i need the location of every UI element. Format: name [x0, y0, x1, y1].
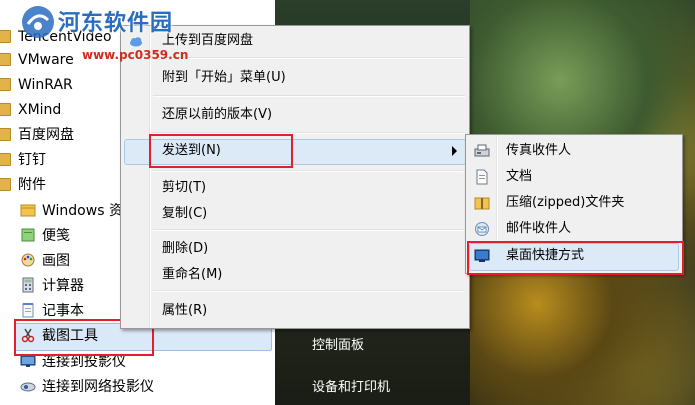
- calculator-icon: [22, 277, 34, 293]
- folder-icon: [0, 152, 11, 166]
- program-label: XMind: [18, 102, 62, 118]
- menu-item-pin-start[interactable]: 附到「开始」菜单(U): [121, 66, 469, 90]
- menu-item-label: 还原以前的版本(V): [162, 107, 273, 122]
- program-folder-winrar[interactable]: WinRAR: [0, 73, 73, 97]
- program-label: 附件: [18, 177, 46, 193]
- submenu-item-fax[interactable]: 传真收件人: [466, 139, 682, 163]
- menu-item-label: 删除(D): [162, 241, 209, 256]
- program-label: WinRAR: [18, 77, 73, 93]
- folder-icon: [0, 52, 11, 66]
- program-label: 便笺: [42, 228, 70, 244]
- menu-separator: [153, 290, 465, 292]
- document-icon: [476, 169, 488, 185]
- folder-icon: [0, 127, 11, 141]
- watermark-title: 河东软件园: [58, 11, 174, 36]
- program-label: 计算器: [42, 278, 84, 294]
- program-folder-dingtalk[interactable]: 钉钉: [0, 148, 46, 172]
- menu-item-label: 文档: [506, 169, 533, 184]
- mail-icon: [475, 222, 489, 236]
- program-label: Windows 资: [42, 203, 123, 219]
- red-highlight-box-desktop-shortcut: [467, 241, 684, 275]
- menu-item-label: 属性(R): [162, 303, 208, 318]
- menu-item-label: 传真收件人: [506, 143, 572, 158]
- program-label: 连接到网络投影仪: [42, 379, 154, 395]
- context-menu: 上传到百度网盘 附到「开始」菜单(U) 还原以前的版本(V) 发送到(N) 剪切…: [120, 25, 470, 329]
- folder-icon: [0, 77, 11, 91]
- menu-item-restore-previous[interactable]: 还原以前的版本(V): [121, 103, 469, 127]
- menu-item-label: 附到「开始」菜单(U): [162, 70, 286, 85]
- sticky-note-icon: [21, 228, 35, 242]
- program-label: 连接到投影仪: [42, 354, 126, 370]
- program-paint[interactable]: 画图: [0, 249, 70, 273]
- menu-item-rename[interactable]: 重命名(M): [121, 263, 469, 287]
- program-label: 百度网盘: [18, 127, 74, 143]
- menu-item-delete[interactable]: 删除(D): [121, 237, 469, 261]
- submenu-item-mail[interactable]: 邮件收件人: [466, 217, 682, 241]
- program-label: 钉钉: [18, 152, 46, 168]
- menu-item-cut[interactable]: 剪切(T): [121, 176, 469, 200]
- program-folder-accessories[interactable]: 附件: [0, 173, 46, 197]
- menu-item-copy[interactable]: 复制(C): [121, 202, 469, 226]
- devices-printers-link[interactable]: 设备和打印机: [312, 376, 390, 395]
- menu-item-label: 重命名(M): [162, 267, 223, 282]
- paint-icon: [21, 253, 35, 267]
- zip-folder-icon: [474, 197, 490, 210]
- program-windows-explorer[interactable]: Windows 资: [0, 199, 123, 223]
- explorer-icon: [20, 204, 36, 217]
- folder-icon: [0, 102, 11, 116]
- program-sticky-notes[interactable]: 便笺: [0, 224, 70, 248]
- program-connect-network-projector[interactable]: 连接到网络投影仪: [0, 375, 154, 399]
- program-folder-baidu-netdisk[interactable]: 百度网盘: [0, 123, 74, 147]
- control-panel-link[interactable]: 控制面板: [312, 334, 364, 353]
- program-calculator[interactable]: 计算器: [0, 274, 84, 298]
- menu-item-label: 邮件收件人: [506, 221, 572, 236]
- folder-icon: [0, 29, 11, 43]
- menu-item-label: 剪切(T): [162, 180, 207, 195]
- red-highlight-box-send-to: [149, 134, 293, 168]
- watermark-url: www.pc0359.cn: [82, 48, 189, 62]
- watermark-logo-icon: [22, 6, 54, 38]
- network-projector-icon: [20, 382, 36, 392]
- menu-separator: [153, 95, 465, 97]
- site-watermark: 河东软件园 www.pc0359.cn: [16, 2, 216, 62]
- program-label: 记事本: [42, 303, 84, 319]
- menu-separator: [153, 229, 465, 231]
- menu-separator: [153, 170, 465, 172]
- folder-icon: [0, 177, 11, 191]
- menu-item-label: 复制(C): [162, 206, 208, 221]
- submenu-item-zip[interactable]: 压缩(zipped)文件夹: [466, 191, 682, 215]
- menu-item-properties[interactable]: 属性(R): [121, 299, 469, 323]
- notepad-icon: [22, 303, 34, 318]
- fax-icon: [474, 144, 490, 157]
- program-folder-xmind[interactable]: XMind: [0, 98, 61, 122]
- submenu-arrow-icon: [452, 146, 457, 156]
- submenu-item-documents[interactable]: 文档: [466, 165, 682, 189]
- program-label: 画图: [42, 253, 70, 269]
- menu-item-label: 压缩(zipped)文件夹: [506, 195, 625, 210]
